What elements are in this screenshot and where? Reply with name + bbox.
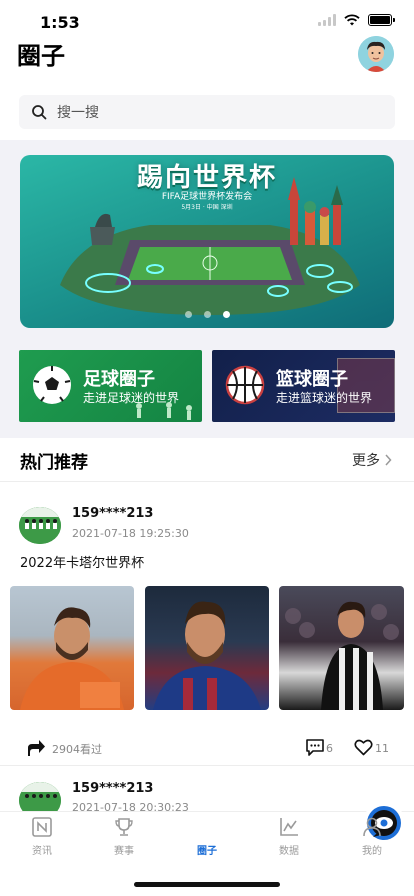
more-label: 更多 (352, 453, 380, 469)
carousel-dots (20, 311, 394, 318)
more-button[interactable]: 更多 (352, 450, 392, 470)
players-silhouette (136, 402, 192, 420)
team-photo-icon (19, 507, 61, 544)
status-time: 1:53 (40, 13, 80, 32)
divider (0, 481, 414, 482)
football-circle-card[interactable]: 足球圈子 走进足球迷的世界 (19, 350, 202, 422)
player-photo-1 (20, 607, 124, 710)
basketball-icon (225, 365, 265, 405)
post-username[interactable]: 159****213 (72, 781, 153, 796)
post-photo[interactable] (10, 586, 134, 710)
basketball-circle-subtitle: 走进篮球迷的世界 (276, 391, 373, 405)
status-icons (318, 14, 395, 26)
tab-label: 圈子 (197, 846, 217, 857)
carousel-dot[interactable] (203, 311, 211, 318)
search-input[interactable]: 搜一搜 (19, 95, 395, 129)
tab-events[interactable]: 赛事 (94, 816, 154, 857)
search-icon (32, 105, 47, 120)
news-icon (32, 817, 52, 837)
post-photo[interactable] (145, 586, 269, 710)
basketball-circle-card[interactable]: 篮球圈子 走进篮球迷的世界 (212, 350, 395, 422)
post-timestamp: 2021-07-18 19:25:30 (72, 527, 189, 540)
tab-label: 我的 (362, 846, 382, 857)
basketball-circle-title: 篮球圈子 (276, 369, 348, 390)
banner-date: 5月3日 · 中国 深圳 (181, 204, 233, 211)
player-photo-3 (285, 601, 399, 710)
page-title: 圈子 (17, 42, 65, 70)
signal-icon (318, 14, 336, 26)
post-photo[interactable] (279, 586, 404, 710)
user-icon (363, 817, 381, 837)
view-count: 2904看过 (52, 743, 102, 756)
tab-label: 赛事 (114, 846, 134, 857)
tab-profile[interactable]: 我的 (342, 816, 402, 857)
share-icon[interactable] (26, 738, 46, 758)
tab-data[interactable]: 数据 (259, 816, 319, 857)
carousel-dot-active[interactable] (222, 311, 230, 318)
tab-label: 数据 (279, 846, 299, 857)
comment-icon[interactable] (305, 738, 325, 756)
battery-icon (368, 14, 395, 26)
heart-icon[interactable] (354, 739, 373, 756)
divider (0, 765, 414, 766)
search-placeholder: 搜一搜 (57, 105, 99, 121)
comment-count: 6 (326, 742, 333, 755)
banner-carousel[interactable]: 踢向世界杯 FIFA足球世界杯发布会 5月3日 · 中国 深圳 (20, 155, 394, 328)
section-title: 热门推荐 (20, 453, 88, 473)
banner-subtitle: FIFA足球世界杯发布会 (161, 192, 253, 202)
chart-icon (280, 818, 298, 836)
trophy-icon (115, 818, 133, 836)
football-circle-title: 足球圈子 (83, 369, 155, 390)
tab-circle[interactable]: 圈子 (177, 802, 405, 857)
post-text[interactable]: 2022年卡塔尔世界杯 (20, 552, 144, 571)
tab-label: 资讯 (32, 846, 52, 857)
chevron-right-icon (385, 454, 392, 466)
like-count: 11 (375, 742, 389, 755)
home-indicator (134, 882, 280, 887)
wifi-icon (344, 14, 360, 26)
soccer-ball-icon (33, 366, 71, 404)
avatar-face-icon (358, 36, 394, 72)
tab-news[interactable]: 资讯 (12, 816, 72, 857)
carousel-dot[interactable] (184, 311, 192, 318)
post-actions: 2904看过 6 11 (0, 737, 414, 759)
avatar[interactable] (358, 36, 394, 72)
player-photo-2 (153, 601, 261, 710)
post-avatar[interactable] (19, 507, 61, 544)
post-username[interactable]: 159****213 (72, 506, 153, 521)
